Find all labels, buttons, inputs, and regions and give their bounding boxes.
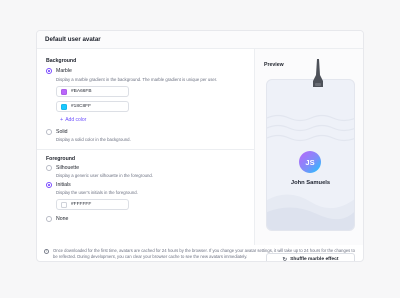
preview-title: Preview: [264, 62, 284, 68]
marble-description: Display a marble gradient in the backgro…: [56, 77, 218, 82]
marble-radio[interactable]: [46, 68, 52, 74]
color-swatch[interactable]: [61, 88, 67, 95]
preview-panel: Preview JS John Samuels ↻ Shuffle marble…: [255, 49, 363, 261]
foreground-section-title: Foreground: [46, 156, 76, 162]
silhouette-radio-option[interactable]: Silhouette: [46, 165, 79, 171]
section-divider: [37, 149, 255, 150]
cache-note-text: Once downloaded for the first time, avat…: [53, 248, 355, 260]
color-value: #18C8FF: [71, 104, 91, 109]
silhouette-radio[interactable]: [46, 165, 52, 171]
silhouette-description: Display a generic user silhouette in the…: [56, 173, 153, 178]
marble-label: Marble: [56, 68, 72, 74]
none-label: None: [56, 216, 69, 222]
initials-radio[interactable]: [46, 182, 52, 188]
add-color-label: Add color: [65, 117, 87, 123]
solid-label: Solid: [56, 129, 68, 135]
marble-color-1-input[interactable]: #BA66FB: [56, 86, 129, 97]
none-radio-option[interactable]: None: [46, 216, 68, 222]
avatar-preview: JS: [299, 151, 321, 173]
initials-description: Display the user's initials in the foreg…: [56, 190, 138, 195]
color-value: #FFFFFF: [71, 202, 92, 207]
silhouette-label: Silhouette: [56, 165, 80, 171]
settings-panel: Background Marble Display a marble gradi…: [37, 49, 255, 245]
initials-radio-option[interactable]: Initials: [46, 182, 71, 188]
plus-icon: +: [60, 117, 64, 123]
initials-color-input[interactable]: #FFFFFF: [56, 199, 129, 210]
add-color-link[interactable]: + Add color: [60, 117, 86, 123]
background-section-title: Background: [46, 58, 77, 64]
marble-radio-option[interactable]: Marble: [46, 68, 72, 74]
solid-radio[interactable]: [46, 129, 52, 135]
card-title: Default user avatar: [37, 31, 363, 49]
solid-description: Display a solid color in the background.: [56, 137, 131, 142]
avatar-settings-card: Default user avatar Background Marble Di…: [36, 30, 364, 262]
color-swatch[interactable]: [61, 201, 67, 208]
color-value: #BA66FB: [71, 89, 92, 94]
color-swatch[interactable]: [61, 103, 67, 110]
initials-label: Initials: [56, 182, 71, 188]
solid-radio-option[interactable]: Solid: [46, 129, 68, 135]
info-icon: i: [44, 248, 49, 254]
marble-color-2-input[interactable]: #18C8FF: [56, 101, 129, 112]
cache-info-note: i Once downloaded for the first time, av…: [36, 248, 364, 260]
none-radio[interactable]: [46, 216, 52, 222]
badge-user-name: John Samuels: [290, 180, 331, 186]
